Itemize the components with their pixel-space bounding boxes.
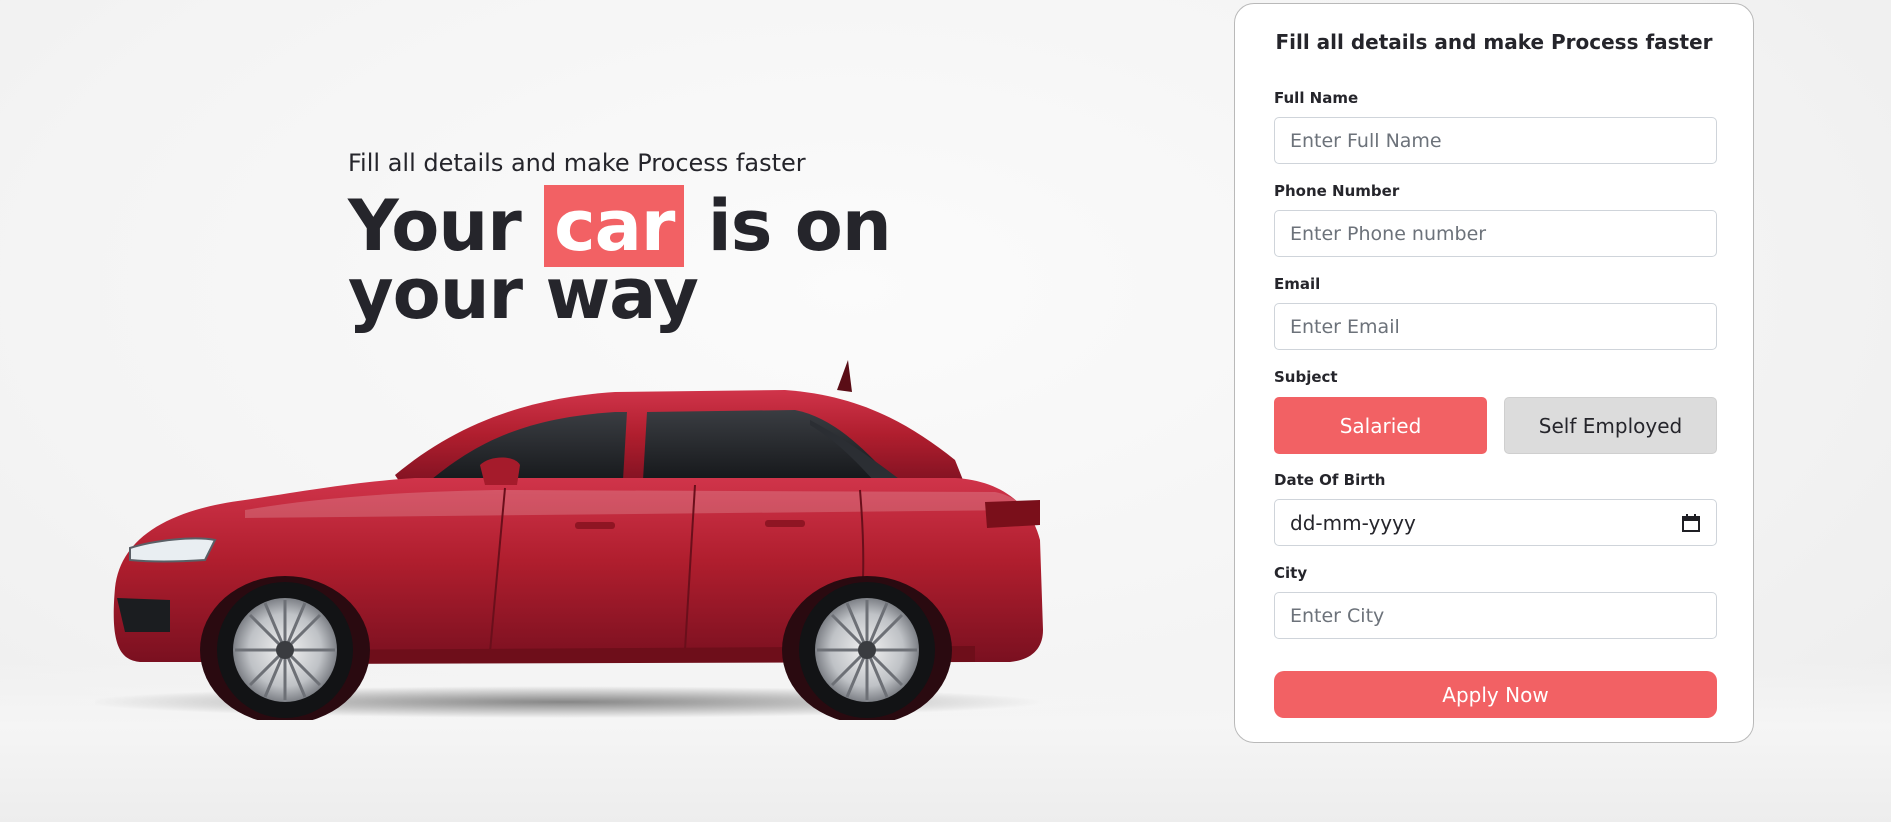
subject-option-self-employed[interactable]: Self Employed <box>1504 397 1717 454</box>
form-title: Fill all details and make Process faster <box>1275 30 1713 54</box>
city-input[interactable] <box>1274 592 1717 639</box>
phone-label: Phone Number <box>1274 182 1400 200</box>
full-name-input[interactable] <box>1274 117 1717 164</box>
red-car-illustration <box>95 360 1045 720</box>
phone-input[interactable] <box>1274 210 1717 257</box>
dob-label: Date Of Birth <box>1274 471 1386 489</box>
city-label: City <box>1274 564 1308 582</box>
application-form: Fill all details and make Process faster… <box>1234 3 1754 743</box>
email-input[interactable] <box>1274 303 1717 350</box>
front-wheel <box>217 582 353 718</box>
page: Fill all details and make Process faster… <box>0 0 1891 822</box>
hero-title-end: is on <box>684 185 892 267</box>
dob-input[interactable]: dd-mm-yyyy <box>1274 499 1717 546</box>
subject-label: Subject <box>1274 368 1338 386</box>
apply-now-button[interactable]: Apply Now <box>1274 671 1717 718</box>
hero-title-line2: your way <box>348 253 699 335</box>
hero: Fill all details and make Process faster… <box>348 148 968 329</box>
dob-value: dd-mm-yyyy <box>1290 510 1416 535</box>
rear-wheel <box>799 582 935 718</box>
car-illustration <box>95 350 1055 720</box>
calendar-icon[interactable] <box>1681 513 1701 533</box>
hero-title: Your car is on your way <box>348 185 968 329</box>
email-label: Email <box>1274 275 1321 293</box>
hero-subtitle: Fill all details and make Process faster <box>348 149 806 177</box>
subject-option-salaried[interactable]: Salaried <box>1274 397 1487 454</box>
full-name-label: Full Name <box>1274 89 1359 107</box>
